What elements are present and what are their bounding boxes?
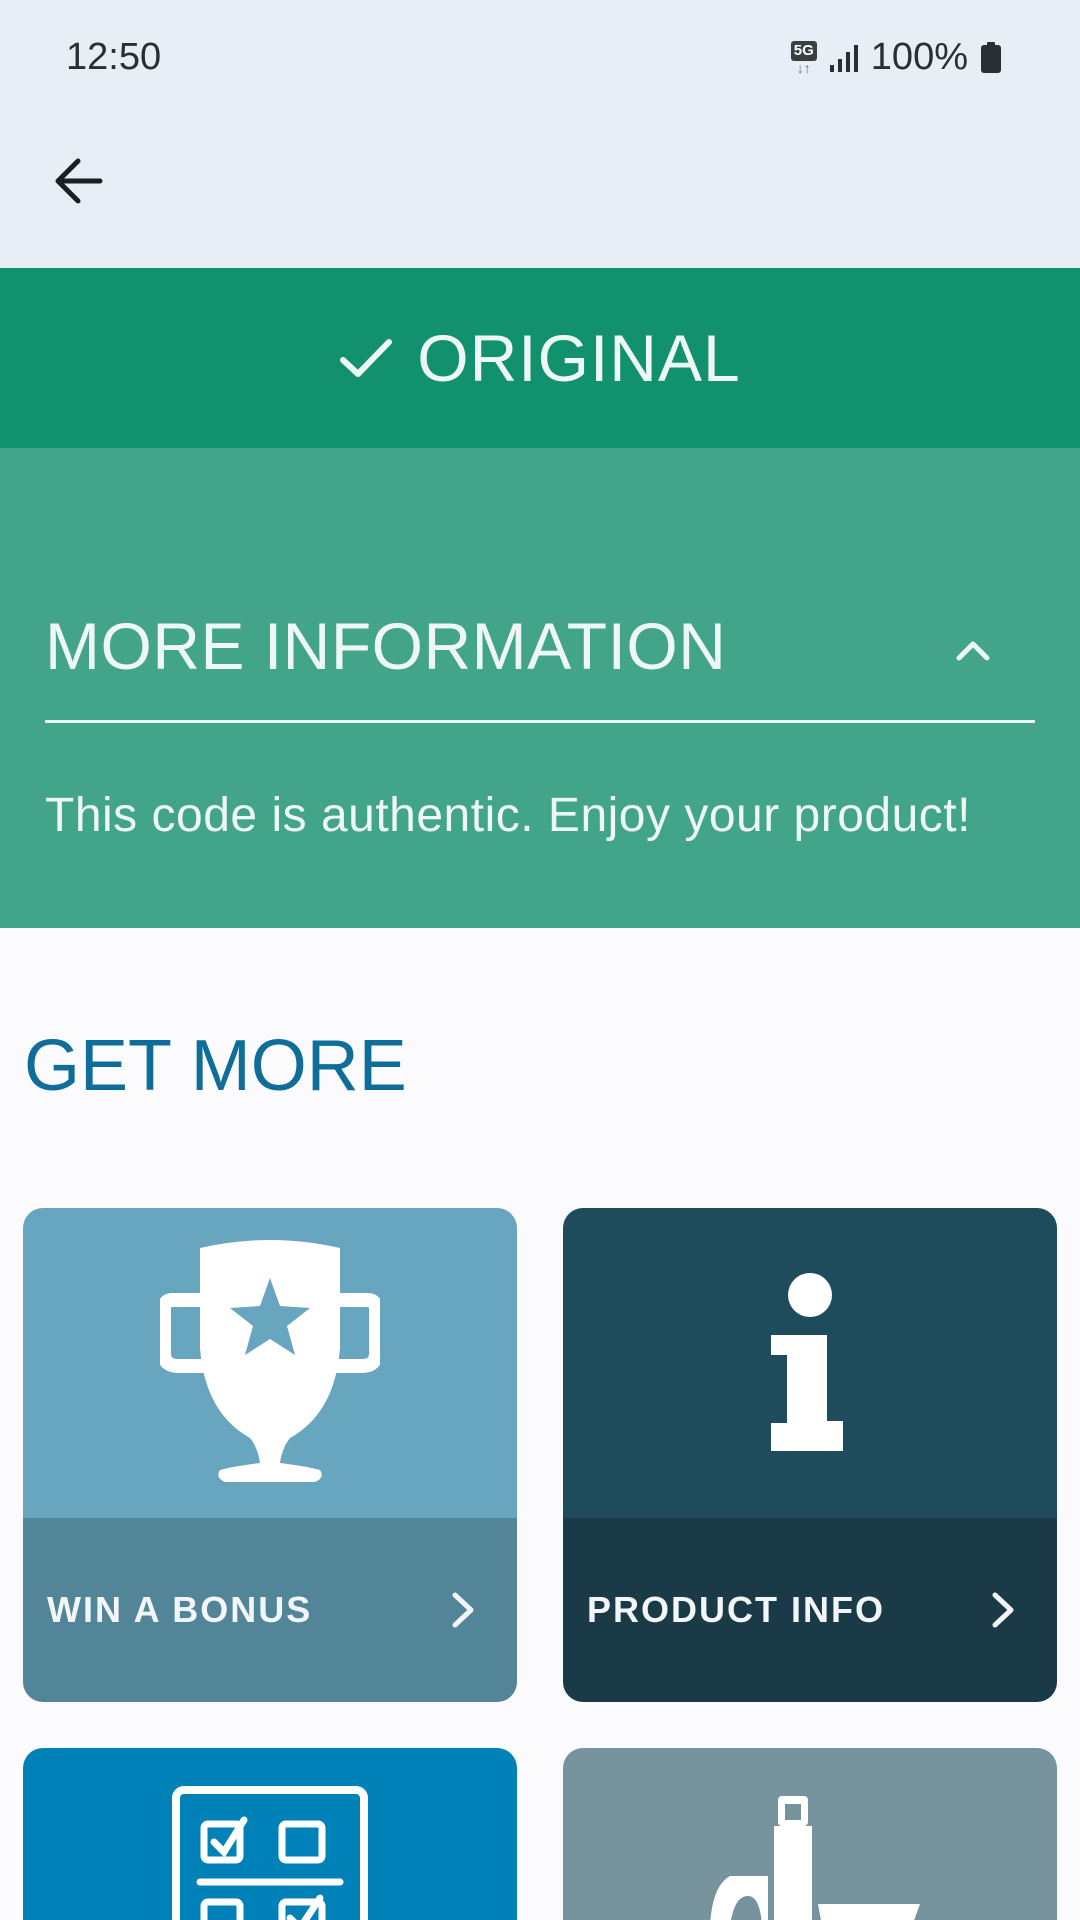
arrow-left-icon [55,158,103,204]
product-info-label: PRODUCT INFO [587,1589,885,1630]
chevron-right-icon [452,1592,474,1628]
card-footer: WIN A BONUS [23,1518,517,1702]
card-image [563,1748,1057,1920]
card-image [563,1208,1057,1518]
network-5g-icon: 5G ↓↑ [790,40,817,75]
card-image [23,1208,517,1518]
survey-icon [172,1786,368,1920]
card-footer: PRODUCT INFO [563,1518,1057,1702]
status-bar: 12:50 5G ↓↑ 100% [0,0,1080,88]
chevron-up-icon [956,641,990,661]
authenticity-status: ORIGINAL [417,321,741,395]
network-label: 5G [790,40,817,61]
products-card[interactable] [563,1748,1057,1920]
checkmark-icon [340,339,393,377]
authenticity-banner: ORIGINAL [0,268,1080,448]
signal-icon [829,44,858,72]
app-bar [0,88,1080,268]
trophy-icon [160,1240,380,1482]
more-information-toggle[interactable]: MORE INFORMATION [45,608,1035,723]
battery-percent: 100% [870,36,968,78]
products-icon [710,1796,920,1920]
back-button[interactable] [40,143,116,219]
product-info-card[interactable]: PRODUCT INFO [563,1208,1057,1702]
battery-icon [981,41,1001,73]
chevron-right-icon [992,1592,1014,1628]
survey-card[interactable] [23,1748,517,1920]
card-image [23,1748,517,1920]
authenticity-message: This code is authentic. Enjoy your produ… [45,789,971,842]
win-bonus-card[interactable]: WIN A BONUS [23,1208,517,1702]
more-information-title: MORE INFORMATION [45,609,727,683]
info-icon [771,1273,843,1451]
status-time: 12:50 [66,36,162,78]
more-information-panel: MORE INFORMATION This code is authentic.… [0,448,1080,928]
status-indicators: 5G ↓↑ 100% [790,36,1002,79]
win-bonus-label: WIN A BONUS [47,1589,313,1630]
section-title: GET MORE [24,1026,407,1106]
